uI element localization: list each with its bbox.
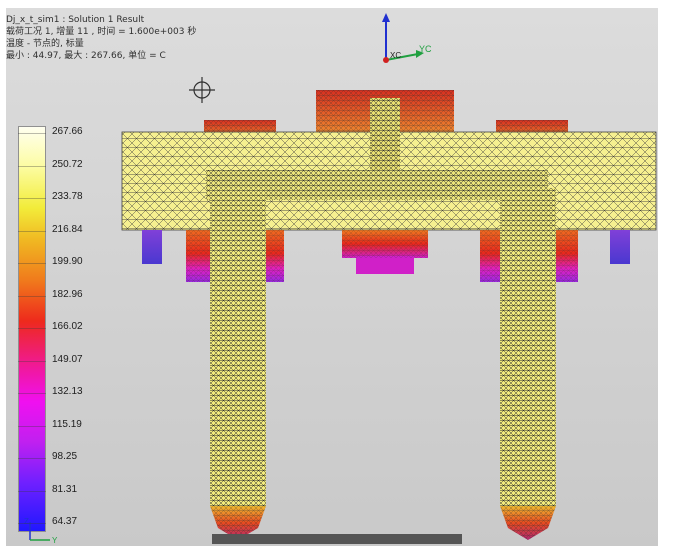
right-nozzle	[500, 188, 556, 540]
legend-tick-line	[18, 523, 46, 524]
legend-tick-label: 267.66	[52, 126, 83, 137]
center-lug	[342, 230, 428, 274]
mold-model[interactable]: XC YC	[6, 8, 658, 546]
fem-result-viewport[interactable]: Dj_x_t_sim1 : Solution 1 Result 载荷工况 1, …	[6, 8, 658, 546]
bottom-y-label: Y	[52, 536, 58, 545]
legend-tick-label: 98.25	[52, 451, 78, 462]
legend-tick-line	[18, 393, 46, 394]
legend-tick-line	[18, 425, 46, 427]
left-outer-peg	[142, 230, 162, 264]
legend-tick-label: 166.02	[52, 321, 83, 332]
bottom-z-label: Z	[24, 517, 29, 526]
legend-tick-label: 233.78	[52, 191, 83, 202]
legend-tick-label: 216.84	[52, 223, 83, 235]
legend-tick-line	[18, 230, 46, 232]
xc-label: XC	[390, 51, 401, 60]
legend-tick-label: 199.90	[52, 256, 83, 267]
view-triad[interactable]: XC YC	[382, 13, 432, 63]
legend-tick-line	[18, 490, 46, 492]
legend-tick-label: 182.96	[52, 288, 83, 300]
legend-tick-label: 250.72	[52, 158, 83, 170]
left-nozzle	[210, 188, 266, 540]
right-outer-peg	[610, 230, 630, 264]
crosshair-cursor-icon	[189, 77, 215, 103]
yc-label: YC	[419, 44, 432, 54]
legend-tick-label: 81.31	[52, 483, 78, 495]
temperature-legend-bar	[18, 126, 46, 532]
legend-tick-label: 149.07	[52, 353, 83, 365]
legend-tick-line	[18, 165, 46, 167]
legend-tick-label: 132.13	[52, 386, 83, 397]
legend-tick-line	[18, 458, 46, 459]
base-plate	[212, 534, 462, 544]
legend-tick-line	[18, 198, 46, 199]
legend-tick-line	[18, 133, 46, 134]
legend-tick-label: 64.37	[52, 516, 78, 527]
legend-tick-label: 115.19	[52, 418, 82, 430]
legend-tick-line	[18, 360, 46, 362]
legend-tick-line	[18, 263, 46, 264]
legend-tick-line	[18, 295, 46, 297]
legend-tick-line	[18, 328, 46, 329]
